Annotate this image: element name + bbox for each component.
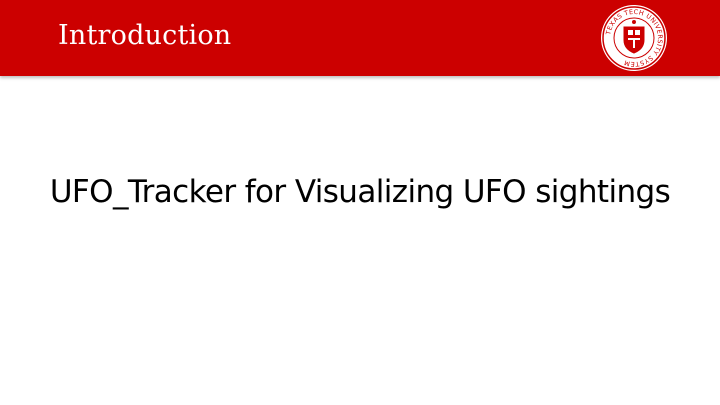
slide-main-text: UFO_Tracker for Visualizing UFO sighting… bbox=[49, 174, 671, 210]
slide: Introduction TEXAS TECH UNIVERSITY SYSTE… bbox=[0, 0, 720, 405]
header-band: Introduction TEXAS TECH UNIVERSITY SYSTE… bbox=[0, 0, 720, 76]
university-seal-icon: TEXAS TECH UNIVERSITY SYSTEM bbox=[601, 5, 667, 71]
slide-title: Introduction bbox=[58, 20, 232, 51]
